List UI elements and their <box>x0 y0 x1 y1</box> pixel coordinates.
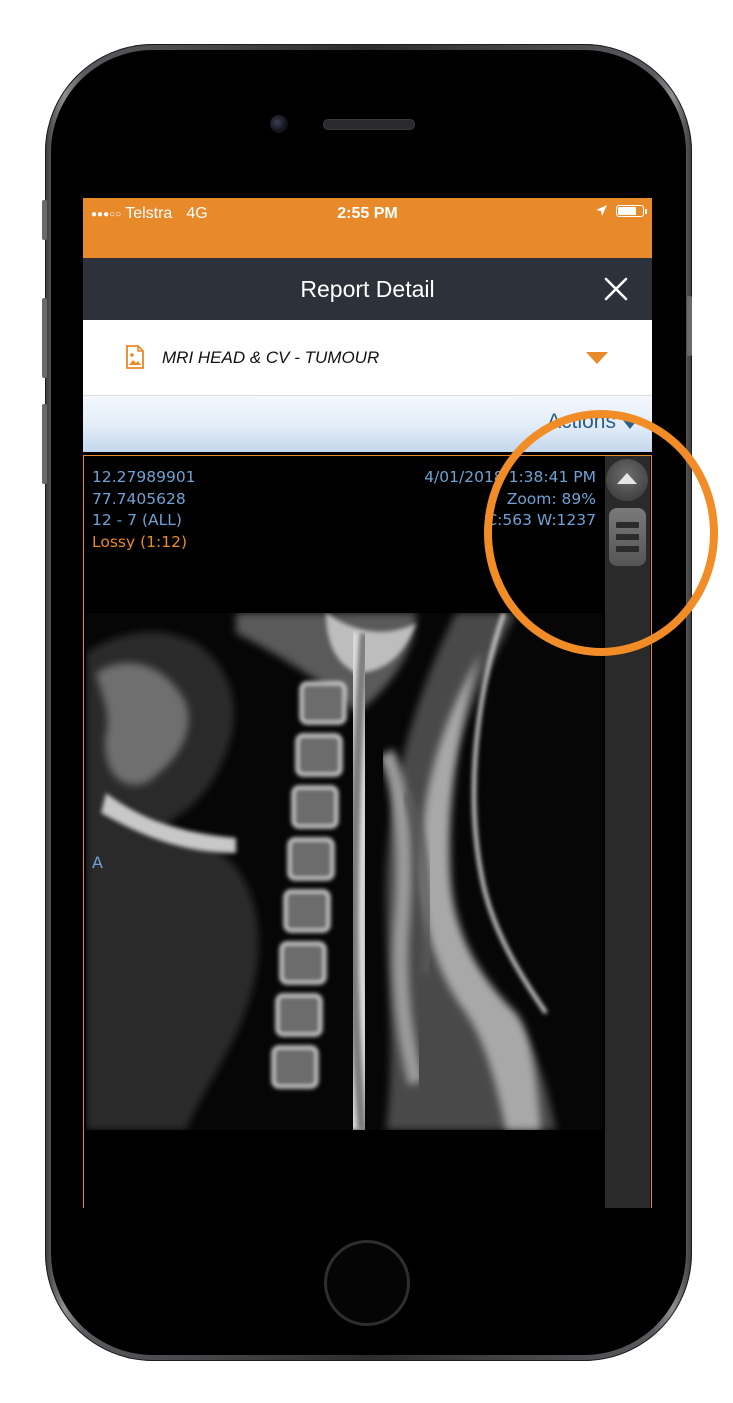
vertebra-shape <box>275 993 323 1037</box>
mri-image <box>86 613 602 1130</box>
status-time: 2:55 PM <box>337 205 398 222</box>
vertebra-shape <box>291 785 339 829</box>
image-info-left: 12.27989901 77.7405628 12 - 7 (ALL) Loss… <box>92 467 196 553</box>
chevron-down-icon <box>586 352 608 364</box>
report-selector[interactable]: MRI HEAD & CV - TUMOUR <box>83 320 652 396</box>
screen: ●●●○○ Telstra 4G 2:55 PM Report Detail M… <box>83 198 652 1208</box>
report-name: MRI HEAD & CV - TUMOUR <box>162 348 380 367</box>
orientation-marker: A <box>92 853 103 872</box>
front-camera <box>270 115 288 133</box>
battery-icon <box>616 204 647 217</box>
mute-switch <box>42 404 47 484</box>
navigation-bar: Report Detail <box>83 258 652 320</box>
image-file-icon <box>126 345 144 369</box>
vertebra-shape <box>279 941 327 985</box>
page-title: Report Detail <box>300 276 435 302</box>
image-info-line: 77.7405628 <box>92 489 186 508</box>
vertebra-shape <box>299 681 347 725</box>
vertebra-shape <box>283 889 331 933</box>
home-button[interactable] <box>324 1240 410 1326</box>
compression-label: Lossy (1:12) <box>92 532 187 551</box>
power-button <box>687 296 692 356</box>
vertebra-shape <box>271 1045 319 1089</box>
location-arrow-icon <box>596 205 607 216</box>
image-info-line: 12.27989901 <box>92 468 196 486</box>
highlight-circle <box>484 410 718 656</box>
volume-up-button <box>42 200 47 240</box>
status-bar: ●●●○○ Telstra 4G 2:55 PM <box>83 198 652 258</box>
image-info-line: 12 - 7 (ALL) <box>92 511 182 529</box>
volume-down-button <box>42 298 47 378</box>
earpiece-speaker <box>323 119 415 130</box>
close-icon[interactable] <box>600 273 632 305</box>
vertebra-shape <box>287 837 335 881</box>
status-indicators <box>595 204 647 217</box>
vertebra-shape <box>295 733 343 777</box>
